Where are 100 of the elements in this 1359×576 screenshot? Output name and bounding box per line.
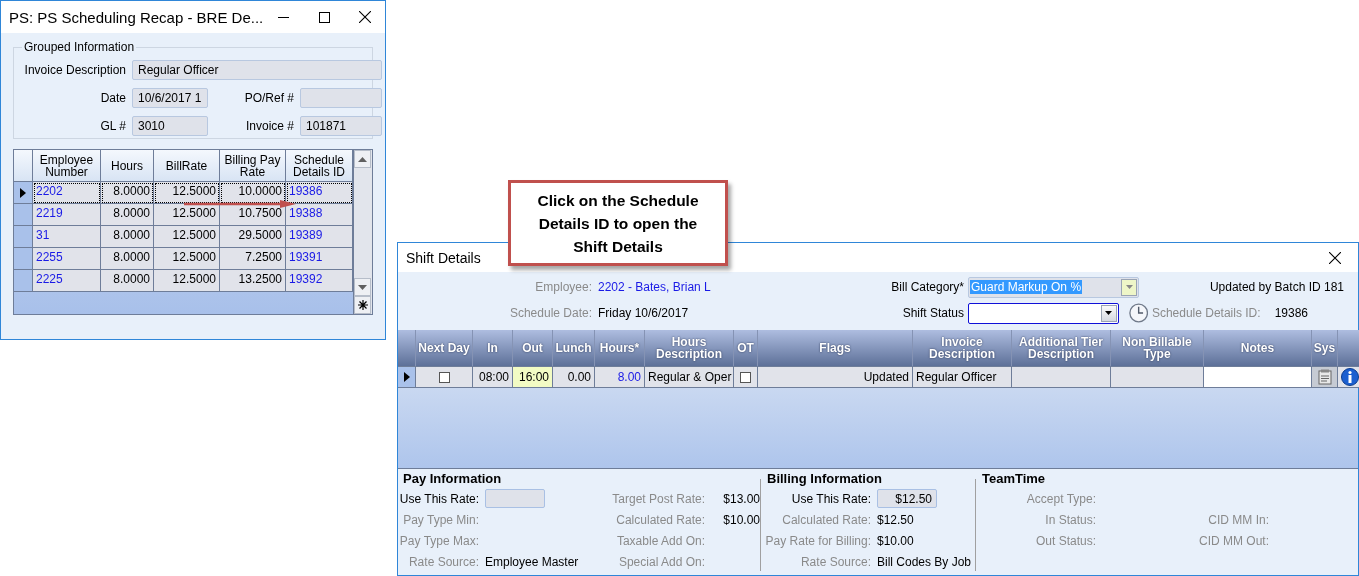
scroll-up-button[interactable] (354, 150, 371, 168)
notes-field[interactable] (1204, 366, 1312, 388)
readonly-field[interactable] (300, 88, 382, 108)
field-label: Use This Rate: (791, 491, 872, 506)
row-header[interactable] (14, 182, 33, 204)
checkbox[interactable] (740, 371, 751, 383)
field-value: Employee Master (485, 554, 579, 569)
table-cell: 8.00 (595, 366, 645, 388)
group-title: Grouped Information (22, 40, 137, 54)
down-arrow-icon (358, 284, 367, 290)
readonly-field[interactable]: 3010 (132, 116, 208, 136)
field-label: Invoice Description (23, 63, 126, 77)
column-header (1338, 330, 1359, 366)
callout-text: Click on the Schedule Details ID to open the Shift Details (536, 190, 700, 257)
section-title: Pay Information (403, 471, 503, 488)
readonly-field[interactable]: 10/6/2017 1 (132, 88, 208, 108)
column-header[interactable]: Non Billable Type (1111, 330, 1204, 366)
row-header-corner (398, 330, 416, 366)
field-label: Calculated Rate: (782, 512, 872, 527)
row-indicator-icon (20, 187, 26, 198)
field-label: Calculated Rate: (616, 512, 706, 527)
column-header[interactable]: Billing Pay Rate (220, 150, 286, 182)
column-header[interactable]: Hours Description (645, 330, 734, 366)
field-label: Invoice # (244, 119, 294, 133)
column-header[interactable]: Employee Number (33, 150, 101, 182)
field-label: Rate Source: (408, 554, 480, 569)
rate-input[interactable] (485, 489, 545, 508)
table-cell[interactable]: 19389 (286, 226, 353, 248)
field-label: Target Post Rate: (612, 491, 706, 506)
table-cell: 16:00 (513, 366, 553, 388)
checkbox[interactable] (438, 371, 450, 383)
table-cell: 10.0000 (220, 182, 286, 204)
row-indicator-icon (403, 372, 410, 382)
column-header[interactable]: Additional Tier Description (1012, 330, 1111, 366)
readonly-field[interactable]: 101871 (300, 116, 382, 136)
table-cell: 7.2500 (220, 248, 286, 270)
schedule-date-value: Friday 10/6/2017 (598, 306, 690, 320)
table-cell: 12.5000 (154, 248, 220, 270)
table-cell[interactable]: 19391 (286, 248, 353, 270)
field-label: Out Status: (1035, 533, 1097, 548)
readonly-field[interactable]: Regular Officer (132, 60, 382, 80)
row-header[interactable] (398, 366, 416, 388)
field-value: $13.00 (723, 491, 760, 506)
field-label: Pay Type Max: (399, 533, 480, 548)
table-cell: 2225 (33, 270, 101, 292)
section-title: Billing Information (767, 471, 883, 488)
field-label: Date (99, 91, 126, 105)
field-label: Taxable Add On: (616, 533, 706, 548)
column-header[interactable]: Hours (101, 150, 154, 182)
field-label: Accept Type: (1026, 491, 1097, 506)
table-cell[interactable]: 19388 (286, 204, 353, 226)
field-value: $10.00 (723, 512, 760, 527)
field-label: CID MM Out: (1199, 533, 1270, 548)
shift-status-dropdown[interactable] (968, 302, 1119, 324)
field-label: In Status: (1045, 512, 1097, 527)
close-icon (1329, 251, 1341, 264)
table-cell: 12.5000 (154, 270, 220, 292)
table-cell: Regular & Oper (645, 366, 734, 388)
field-label: CID MM In: (1208, 512, 1270, 527)
employee-link[interactable]: 2202 - Bates, Brian L (598, 280, 793, 294)
window-title: PS: PS Scheduling Recap - BRE De... (9, 8, 264, 26)
clock-icon[interactable] (1128, 302, 1148, 324)
section-title: TeamTime (982, 471, 1047, 488)
column-header[interactable]: Invoice Description (913, 330, 1012, 366)
field-value: $10.00 (877, 533, 914, 548)
column-header[interactable]: BillRate (154, 150, 220, 182)
table-cell: 12.5000 (154, 226, 220, 248)
field-label: Use This Rate: (399, 491, 480, 506)
table-cell[interactable]: 19386 (286, 182, 353, 204)
maximize-icon (318, 11, 330, 23)
close-icon (358, 11, 371, 23)
table-cell: 0.00 (553, 366, 595, 388)
field-label: Schedule Details ID: (1151, 306, 1261, 320)
minimize-icon (278, 16, 290, 18)
scrollbar[interactable] (353, 150, 372, 314)
dropdown-arrow-icon (1105, 311, 1113, 315)
scroll-down-button[interactable] (354, 278, 371, 296)
table-cell: 10.7500 (220, 204, 286, 226)
notepad-icon[interactable] (1317, 369, 1332, 385)
new-row-button[interactable] (354, 296, 371, 314)
table-cell: 8.0000 (101, 270, 154, 292)
column-header[interactable]: Schedule Details ID (286, 150, 353, 182)
field-label: Employee: (535, 280, 593, 294)
field-value: Bill Codes By Job (877, 554, 972, 569)
asterisk-icon (357, 300, 368, 310)
rate-input[interactable]: $12.50 (877, 489, 937, 508)
table-cell[interactable]: 19392 (286, 270, 353, 292)
table-cell: 8.0000 (101, 204, 154, 226)
batch-status-text: Updated by Batch ID 181 (1208, 280, 1344, 294)
field-label: Schedule Date: (509, 306, 593, 320)
window-title: Shift Details (406, 249, 482, 266)
field-label: Pay Type Min: (403, 512, 480, 527)
table-cell: 29.5000 (220, 226, 286, 248)
table-cell: 12.5000 (154, 204, 220, 226)
up-arrow-icon (358, 156, 367, 162)
field-value: $12.50 (877, 512, 914, 527)
table-cell: 13.2500 (220, 270, 286, 292)
table-cell: 2202 (33, 182, 101, 204)
field-label: Special Add On: (618, 554, 706, 569)
table-cell: 8.0000 (101, 226, 154, 248)
